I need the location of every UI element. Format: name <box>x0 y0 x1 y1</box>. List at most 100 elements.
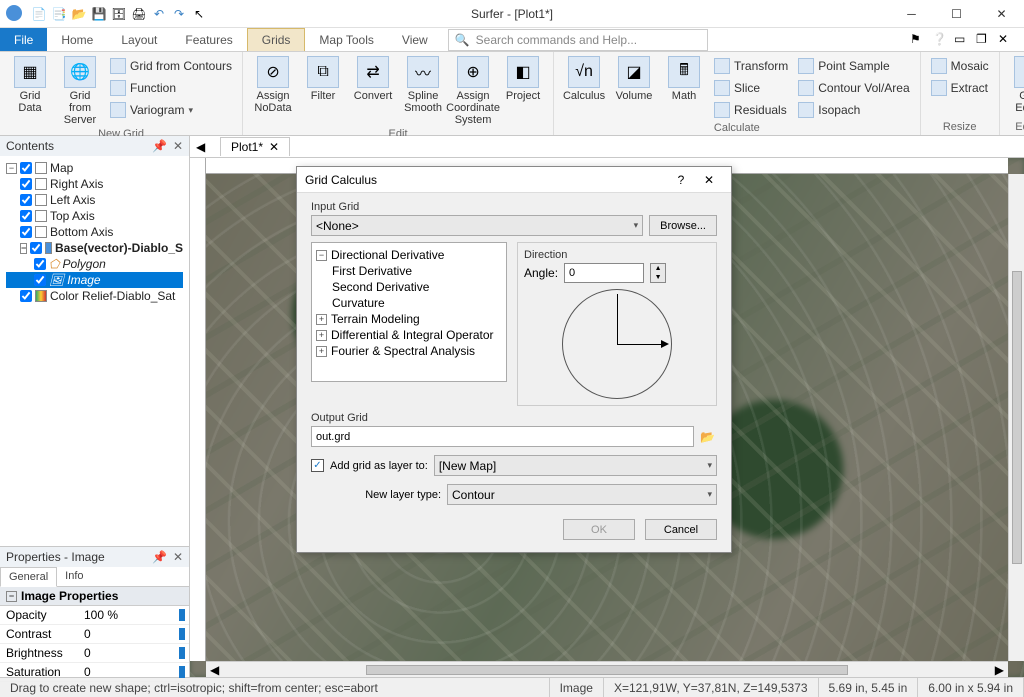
volume-button[interactable]: ◪Volume <box>612 56 656 102</box>
grid-editor-button[interactable]: ✎Grid Editor <box>1008 56 1024 114</box>
add-layer-checkbox[interactable]: ✓ <box>311 459 324 472</box>
output-grid-input[interactable] <box>311 426 694 447</box>
axis-check[interactable] <box>20 226 32 238</box>
assign-nodata-button[interactable]: ⊘Assign NoData <box>251 56 295 114</box>
convert-button[interactable]: ⇄Convert <box>351 56 395 102</box>
pin-icon[interactable]: 📌 <box>152 550 167 564</box>
extract-button[interactable]: Extract <box>929 78 991 98</box>
axis-check[interactable] <box>20 194 32 206</box>
plot-tab[interactable]: Plot1*✕ <box>220 137 290 156</box>
tree-bottom-axis[interactable]: Bottom Axis <box>50 225 113 239</box>
tab-home[interactable]: Home <box>47 28 107 51</box>
help-button[interactable]: ? <box>667 169 695 191</box>
undo-icon[interactable]: ↶ <box>150 5 168 23</box>
direction-compass[interactable] <box>562 289 672 399</box>
browse-button[interactable]: Browse... <box>649 215 717 236</box>
ok-button[interactable]: OK <box>563 519 635 540</box>
close-panel-icon[interactable]: ✕ <box>173 139 183 153</box>
spline-smooth-button[interactable]: 〰Spline Smooth <box>401 56 445 114</box>
angle-input[interactable] <box>564 263 644 283</box>
close-doc-icon[interactable]: ✕ <box>998 32 1014 48</box>
close-panel-icon[interactable]: ✕ <box>173 550 183 564</box>
new-layer-type-select[interactable]: Contour▾ <box>447 484 717 505</box>
tab-nav-left-icon[interactable]: ◀ <box>196 140 205 154</box>
relief-check[interactable] <box>20 290 32 302</box>
output-browse-icon[interactable]: 📂 <box>698 427 717 447</box>
dialog-close-button[interactable]: ✕ <box>695 169 723 191</box>
open-multi-icon[interactable]: 📑 <box>50 5 68 23</box>
tab-maptools[interactable]: Map Tools <box>305 28 387 51</box>
assign-cs-button[interactable]: ⊕Assign Coordinate System <box>451 56 495 126</box>
print-icon[interactable]: 🖨 <box>130 5 148 23</box>
prop-tab-info[interactable]: Info <box>57 567 91 586</box>
tab-layout[interactable]: Layout <box>107 28 171 51</box>
transform-button[interactable]: Transform <box>712 56 790 76</box>
minimize-button[interactable]: ─ <box>889 0 934 28</box>
grid-from-server-button[interactable]: 🌐Grid from Server <box>58 56 102 126</box>
tab-features[interactable]: Features <box>171 28 246 51</box>
maximize-button[interactable]: ☐ <box>934 0 979 28</box>
base-check[interactable] <box>30 242 42 254</box>
group-label: Calculate <box>562 120 912 134</box>
residuals-button[interactable]: Residuals <box>712 100 790 120</box>
flag-icon[interactable]: ⚑ <box>910 32 926 48</box>
tree-color-relief[interactable]: Color Relief-Diablo_Sat <box>50 289 175 303</box>
tab-view[interactable]: View <box>388 28 442 51</box>
prop-contrast[interactable]: Contrast0 <box>0 625 189 644</box>
scrollbar-horizontal[interactable]: ◀▶ <box>206 661 1008 677</box>
math-button[interactable]: 🖩Math <box>662 56 706 102</box>
calculus-button[interactable]: √nCalculus <box>562 56 606 102</box>
help-icon[interactable]: ❔ <box>932 32 948 48</box>
contour-volarea-button[interactable]: Contour Vol/Area <box>796 78 911 98</box>
tree-map[interactable]: Map <box>50 161 73 175</box>
close-button[interactable]: ✕ <box>979 0 1024 28</box>
restore-icon[interactable]: ❐ <box>976 32 992 48</box>
prop-section[interactable]: −Image Properties <box>0 587 189 606</box>
point-sample-button[interactable]: Point Sample <box>796 56 911 76</box>
tree-right-axis[interactable]: Right Axis <box>50 177 103 191</box>
operator-tree[interactable]: −Directional Derivative First Derivative… <box>311 242 507 382</box>
redo-icon[interactable]: ↷ <box>170 5 188 23</box>
tab-grids[interactable]: Grids <box>247 28 306 51</box>
grid-from-contours-button[interactable]: Grid from Contours <box>108 56 234 76</box>
direction-label: Direction <box>524 249 710 261</box>
cancel-button[interactable]: Cancel <box>645 519 717 540</box>
tree-polygon[interactable]: Polygon <box>62 257 105 271</box>
mosaic-button[interactable]: Mosaic <box>929 56 991 76</box>
tab-file[interactable]: File <box>0 28 47 51</box>
window-list-icon[interactable]: ▭ <box>954 32 970 48</box>
save-icon[interactable]: 💾 <box>90 5 108 23</box>
grid-data-button[interactable]: ▦Grid Data <box>8 56 52 114</box>
axis-check[interactable] <box>20 210 32 222</box>
status-size: 6.00 in x 5.94 in <box>918 678 1024 697</box>
tree-image-selected[interactable]: 🖼Image <box>6 272 183 288</box>
tree-left-axis[interactable]: Left Axis <box>50 193 95 207</box>
scrollbar-vertical[interactable] <box>1008 174 1024 661</box>
variogram-button[interactable]: Variogram▾ <box>108 100 234 120</box>
image-check[interactable] <box>34 274 46 286</box>
axis-check[interactable] <box>20 178 32 190</box>
filter-button[interactable]: ⧉Filter <box>301 56 345 102</box>
close-tab-icon[interactable]: ✕ <box>269 140 279 154</box>
prop-brightness[interactable]: Brightness0 <box>0 644 189 663</box>
angle-spinner[interactable]: ▲▼ <box>650 263 666 283</box>
tree-top-axis[interactable]: Top Axis <box>50 209 95 223</box>
polygon-check[interactable] <box>34 258 46 270</box>
cursor-icon[interactable]: ↖ <box>190 5 208 23</box>
save-as-icon[interactable]: 🗄 <box>110 5 128 23</box>
contents-tree[interactable]: −Map Right Axis Left Axis Top Axis Botto… <box>0 156 189 546</box>
slice-button[interactable]: Slice <box>712 78 790 98</box>
prop-opacity[interactable]: Opacity100 % <box>0 606 189 625</box>
tree-base-vector[interactable]: Base(vector)-Diablo_S <box>55 241 183 255</box>
new-icon[interactable]: 📄 <box>30 5 48 23</box>
open-icon[interactable]: 📂 <box>70 5 88 23</box>
project-button[interactable]: ◧Project <box>501 56 545 102</box>
map-check[interactable] <box>20 162 32 174</box>
function-button[interactable]: Function <box>108 78 234 98</box>
search-input[interactable]: 🔍 Search commands and Help... <box>448 29 708 51</box>
prop-tab-general[interactable]: General <box>0 567 57 587</box>
pin-icon[interactable]: 📌 <box>152 139 167 153</box>
add-layer-select[interactable]: [New Map]▾ <box>434 455 717 476</box>
isopach-button[interactable]: Isopach <box>796 100 911 120</box>
input-grid-select[interactable]: <None>▾ <box>311 215 643 236</box>
